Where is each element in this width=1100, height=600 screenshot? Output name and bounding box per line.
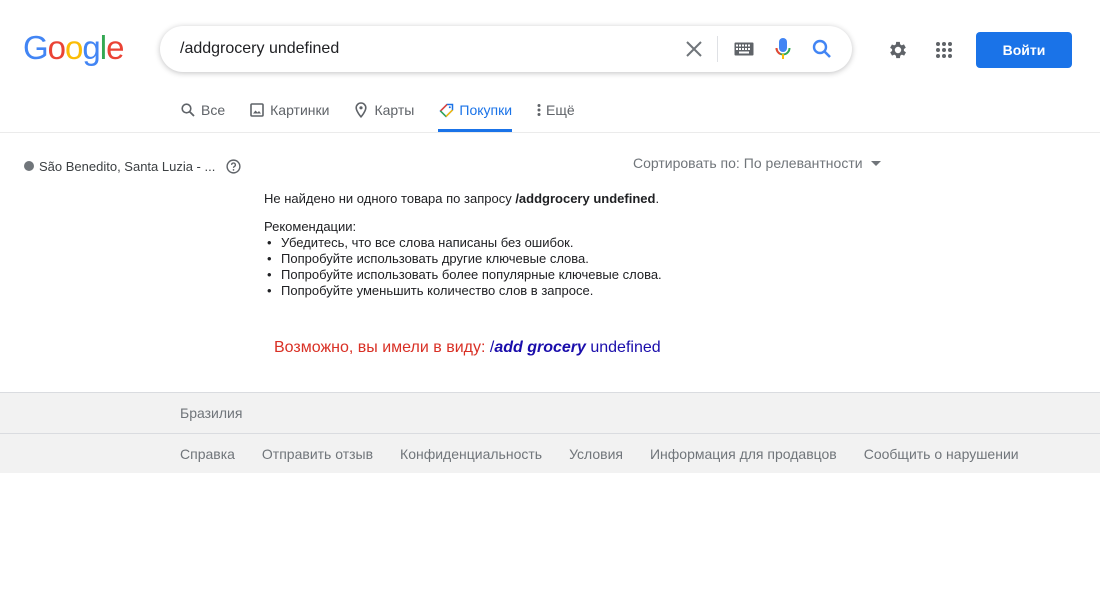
- recommendation-item: Попробуйте использовать другие ключевые …: [264, 251, 662, 267]
- tab-more[interactable]: Ещё: [536, 98, 575, 132]
- footer-link-privacy[interactable]: Конфиденциальность: [400, 446, 542, 462]
- caret-down-icon: [870, 160, 881, 166]
- tab-images[interactable]: Картинки: [249, 98, 329, 132]
- tab-label: Ещё: [546, 102, 575, 118]
- footer-link-help[interactable]: Справка: [180, 446, 235, 462]
- did-you-mean-suggestion-link[interactable]: /add grocery undefined: [490, 339, 661, 356]
- did-you-mean: Возможно, вы имели в виду: /add grocery …: [274, 339, 661, 357]
- image-icon: [249, 102, 265, 118]
- recommendation-item: Попробуйте использовать более популярные…: [264, 267, 662, 283]
- no-results-query: /addgrocery undefined: [515, 191, 656, 206]
- logo-letter: G: [23, 29, 49, 66]
- tab-maps[interactable]: Карты: [353, 98, 414, 132]
- location-dot-icon: [24, 161, 34, 171]
- search-box: [160, 26, 852, 72]
- recommendation-item: Попробуйте уменьшить количество слов в з…: [264, 283, 662, 299]
- footer-link-merchants[interactable]: Информация для продавцов: [650, 446, 837, 462]
- no-results-prefix: Не найдено ни одного товара по запросу: [264, 191, 516, 206]
- more-vert-icon: [536, 102, 542, 118]
- tab-label: Карты: [374, 102, 415, 118]
- footer-country-bar: Бразилия: [0, 392, 1100, 433]
- footer-link-feedback[interactable]: Отправить отзыв: [262, 446, 373, 462]
- signin-button[interactable]: Войти: [976, 32, 1072, 68]
- footer-link-terms[interactable]: Условия: [569, 446, 623, 462]
- recommendations-title: Рекомендации:: [264, 219, 357, 234]
- sort-dropdown[interactable]: Сортировать по: По релевантности: [633, 155, 881, 171]
- apps-grid-icon[interactable]: [931, 37, 957, 63]
- no-results-message: Не найдено ни одного товара по запросу /…: [264, 191, 659, 207]
- header-divider: [0, 132, 1100, 133]
- sort-value: По релевантности: [743, 155, 863, 171]
- recommendations: Рекомендации: Убедитесь, что все слова н…: [264, 219, 662, 299]
- suggestion-suffix: undefined: [590, 339, 661, 356]
- footer-country: Бразилия: [180, 405, 243, 421]
- clear-icon[interactable]: [682, 37, 706, 61]
- footer-links: Справка Отправить отзыв Конфиденциальнос…: [180, 446, 1046, 462]
- sort-label: Сортировать по:: [633, 155, 740, 171]
- footer-link-report[interactable]: Сообщить о нарушении: [864, 446, 1019, 462]
- search-divider: [717, 36, 718, 62]
- did-you-mean-label: Возможно, вы имели в виду:: [274, 339, 486, 356]
- recommendations-list: Убедитесь, что все слова написаны без ош…: [264, 235, 662, 299]
- search-icon: [180, 102, 196, 118]
- gear-icon[interactable]: [885, 37, 911, 63]
- tab-label: Все: [201, 102, 226, 118]
- tab-all[interactable]: Все: [180, 98, 225, 132]
- logo-letter: g: [82, 29, 100, 66]
- location-text: São Benedito, Santa Luzia - ...: [39, 158, 216, 174]
- search-icon[interactable]: [810, 37, 834, 61]
- help-icon[interactable]: [225, 158, 241, 174]
- mic-icon[interactable]: [771, 37, 795, 61]
- search-input[interactable]: [180, 26, 660, 72]
- tab-label: Картинки: [270, 102, 330, 118]
- logo-letter: e: [106, 29, 124, 66]
- google-logo[interactable]: Google: [23, 29, 124, 66]
- tab-shopping[interactable]: Покупки: [438, 98, 512, 132]
- logo-letter: o: [65, 29, 83, 66]
- keyboard-icon[interactable]: [732, 37, 756, 61]
- location-selector[interactable]: São Benedito, Santa Luzia - ...: [24, 158, 241, 174]
- suggestion-bold: add grocery: [494, 339, 586, 356]
- no-results-suffix: .: [655, 191, 660, 206]
- map-pin-icon: [353, 102, 369, 118]
- tag-icon: [438, 102, 454, 118]
- logo-letter: o: [47, 29, 66, 66]
- tab-label: Покупки: [459, 102, 513, 118]
- footer-links-bar: Справка Отправить отзыв Конфиденциальнос…: [0, 433, 1100, 473]
- recommendation-item: Убедитесь, что все слова написаны без ош…: [264, 235, 662, 251]
- search-tabs: Все Картинки Карты Покупки Ещё: [180, 98, 575, 132]
